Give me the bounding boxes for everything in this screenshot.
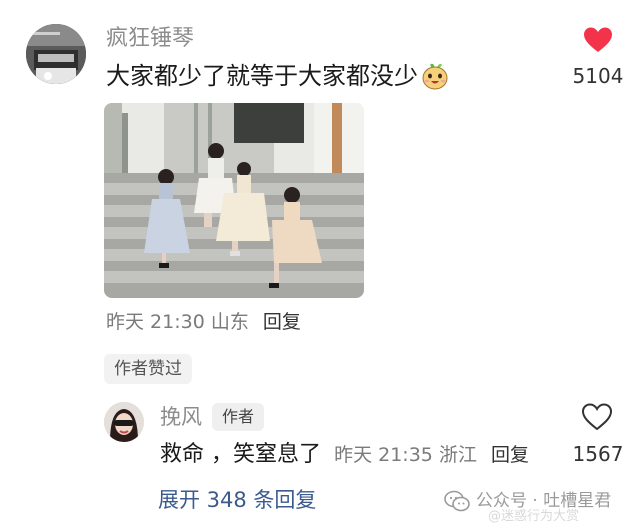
reply-meta: 昨天 21:35 浙江 回复 — [334, 444, 529, 466]
comment-text-content: 大家都少了就等于大家都没少 — [106, 62, 418, 90]
reply-location: 浙江 — [438, 444, 477, 466]
comment-photo — [104, 103, 364, 298]
reply-avatar[interactable] — [104, 402, 144, 442]
reply-text: 救命 ，笑窒息了 — [160, 442, 321, 467]
reply-button[interactable]: 回复 — [263, 311, 301, 333]
smiling-face-emoji-icon — [422, 63, 448, 90]
reply-username[interactable]: 挽风 — [160, 402, 202, 432]
username[interactable]: 疯狂锤琴 — [106, 24, 194, 54]
expand-replies-link[interactable]: 展开 348 条回复 — [158, 484, 316, 516]
reply-content: 救命 ，笑窒息了 昨天 21:35 浙江 回复 — [160, 438, 529, 473]
wechat-icon — [444, 490, 470, 512]
watermark-faint-text: @迷惑行为大赏 — [488, 509, 580, 524]
avatar[interactable] — [26, 24, 86, 84]
author-liked-badge: 作者赞过 — [104, 354, 192, 384]
author-badge: 作者 — [212, 403, 265, 431]
reply-time: 昨天 21:35 — [334, 444, 433, 466]
comment-location: 山东 — [210, 311, 249, 333]
like-count: 5104 — [572, 64, 624, 88]
heart-filled-icon — [584, 27, 612, 52]
reply-reply-button[interactable]: 回复 — [491, 444, 529, 466]
reply-like-button[interactable] — [580, 402, 614, 432]
comment-time: 昨天 21:30 — [106, 311, 205, 333]
comment-text: 大家都少了就等于大家都没少 — [106, 58, 450, 94]
comment-meta: 昨天 21:30 山东 回复 — [106, 307, 301, 337]
heart-outline-icon — [581, 403, 613, 431]
reply-like-count: 1567 — [572, 442, 624, 466]
reply-avatar-image — [104, 402, 144, 442]
comment-image[interactable] — [104, 103, 364, 298]
like-button[interactable] — [570, 26, 626, 54]
avatar-image — [26, 24, 86, 84]
